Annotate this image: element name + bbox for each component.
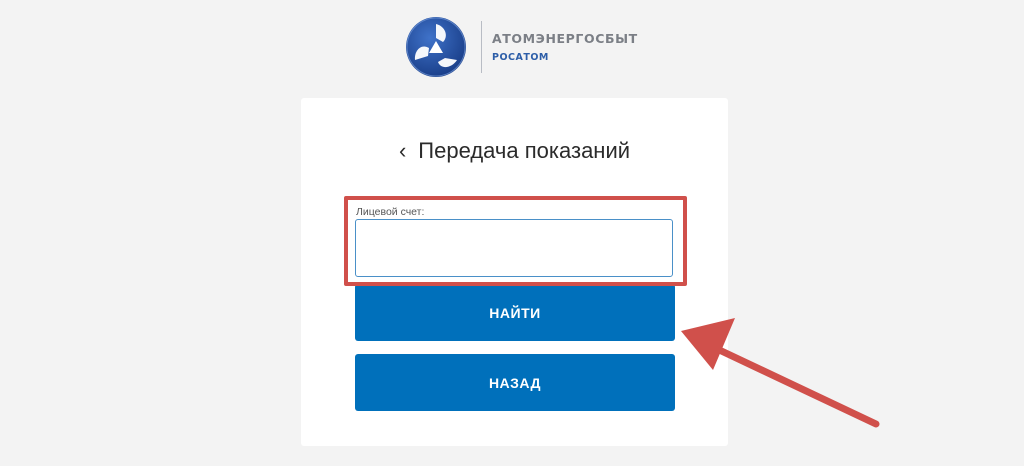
page-title: Передача показаний [418,138,631,163]
company-subtitle: РОСАТОМ [492,52,549,63]
logo-divider [481,21,482,73]
account-number-input[interactable] [355,219,673,277]
chevron-left-icon[interactable]: ‹ [399,140,406,162]
back-button[interactable]: НАЗАД [355,354,675,411]
account-field-label: Лицевой счет: [356,206,425,218]
search-button[interactable]: НАЙТИ [355,284,675,341]
logo-text: АТОМЭНЕРГОСБЫТ РОСАТОМ [492,31,638,63]
meter-readings-card: ‹ Передача показаний Лицевой счет: НАЙТИ… [301,98,728,446]
title-row: ‹ Передача показаний [301,138,728,164]
page: АТОМЭНЕРГОСБЫТ РОСАТОМ ‹ Передача показа… [0,0,1024,466]
rosatom-logo-icon [406,17,466,77]
company-name: АТОМЭНЕРГОСБЫТ [492,31,638,46]
company-logo[interactable]: АТОМЭНЕРГОСБЫТ РОСАТОМ [405,14,638,80]
